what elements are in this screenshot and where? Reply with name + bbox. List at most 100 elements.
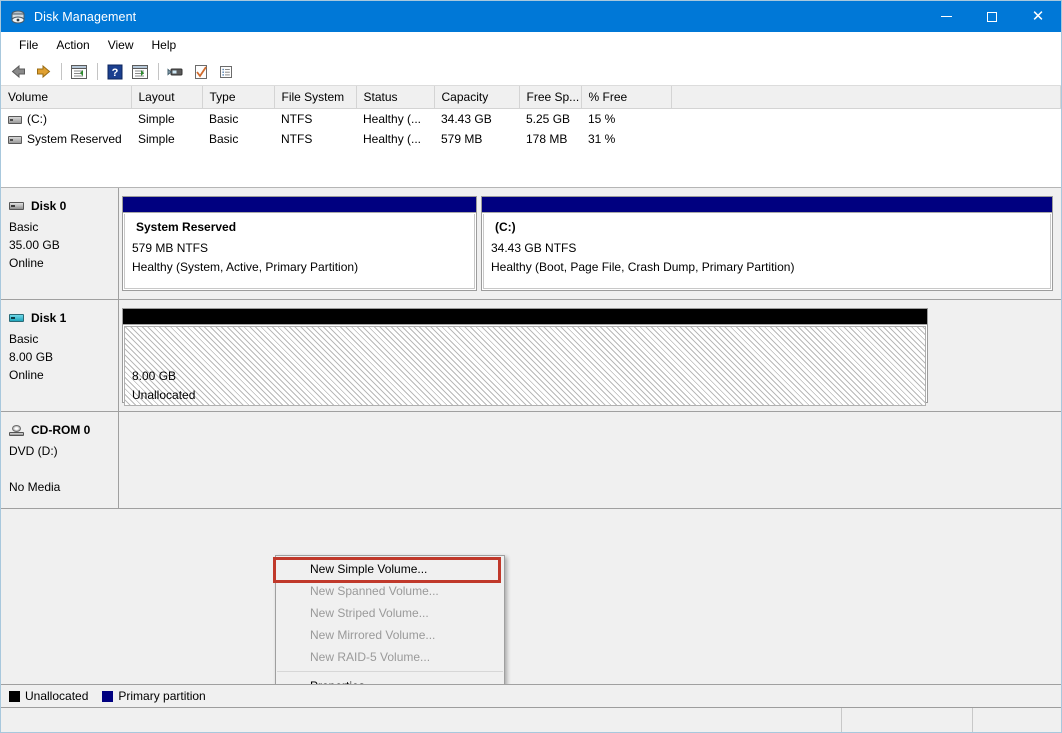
disk-type-disk1: Basic — [9, 332, 39, 346]
menu-view[interactable]: View — [99, 35, 143, 55]
legend-bar: Unallocated Primary partition — [1, 684, 1061, 707]
cd-rom-icon — [9, 424, 24, 436]
toolbar-separator — [61, 63, 62, 80]
disk-type-disk0: Basic — [9, 220, 39, 234]
column-header-free-space[interactable]: Free Sp... — [519, 86, 582, 109]
disk-management-window: Disk Management ✕ File Action View Help — [0, 0, 1062, 733]
disk-label-disk0[interactable]: Disk 0 Basic 35.00 GB Online — [1, 188, 119, 299]
menu-bar: File Action View Help — [1, 32, 1061, 58]
partition-details: System Reserved 579 MB NTFS Healthy (Sys… — [124, 214, 475, 289]
volume-table: Volume Layout Type File System Status Ca… — [1, 86, 1061, 149]
column-header-file-system[interactable]: File System — [274, 86, 357, 109]
partition-details: (C:) 34.43 GB NTFS Healthy (Boot, Page F… — [483, 214, 1051, 289]
forward-icon[interactable] — [31, 60, 55, 83]
column-header-volume[interactable]: Volume — [1, 86, 132, 109]
show-hide-console-tree-icon[interactable] — [67, 60, 91, 83]
menu-action[interactable]: Action — [47, 35, 98, 55]
column-header-layout[interactable]: Layout — [131, 86, 203, 109]
disk-row-cdrom0[interactable]: CD-ROM 0 DVD (D:) No Media — [1, 412, 1061, 509]
close-button[interactable]: ✕ — [1015, 1, 1061, 32]
partition-size-label: 8.00 GB — [132, 369, 177, 383]
toolbar-separator — [158, 63, 159, 80]
drive-icon — [8, 115, 22, 124]
partition-status: Healthy (Boot, Page File, Crash Dump, Pr… — [491, 260, 795, 274]
drive-icon — [8, 135, 22, 144]
maximize-button[interactable] — [969, 1, 1015, 32]
toolbar: ? — [1, 58, 1061, 86]
table-row[interactable]: (C:) Simple Basic NTFS Healthy (... 34.4… — [1, 109, 1061, 130]
cell-volume: System Reserved — [1, 129, 131, 149]
cdrom-body — [119, 412, 1061, 508]
legend-label-unallocated: Unallocated — [25, 689, 89, 703]
disk-state-disk1: Online — [9, 368, 44, 382]
disk-body-disk1: 8.00 GB Unallocated — [119, 300, 1061, 411]
help-icon[interactable]: ? — [103, 60, 127, 83]
show-action-pane-icon[interactable] — [128, 60, 152, 83]
disk-name-text: Disk 1 — [31, 311, 67, 325]
svg-text:?: ? — [112, 67, 119, 79]
partition-status: Healthy (System, Active, Primary Partiti… — [132, 260, 359, 274]
legend-swatch-unallocated — [9, 690, 20, 702]
disk-size-disk1: 8.00 GB — [9, 350, 54, 364]
volume-list-pane[interactable]: Volume Layout Type File System Status Ca… — [1, 86, 1061, 188]
context-menu: New Simple Volume... New Spanned Volume.… — [275, 555, 505, 684]
disk-row-disk0[interactable]: Disk 0 Basic 35.00 GB Online System Rese… — [1, 188, 1061, 300]
disk-row-disk1[interactable]: Disk 1 Basic 8.00 GB Online 8.00 GB Unal… — [1, 300, 1061, 412]
table-row[interactable]: System Reserved Simple Basic NTFS Health… — [1, 129, 1061, 149]
disk-size-disk0: 35.00 GB — [9, 238, 60, 252]
column-header-capacity[interactable]: Capacity — [434, 86, 520, 109]
title-bar: Disk Management ✕ — [1, 1, 1061, 32]
legend-item-unallocated: Unallocated — [9, 689, 88, 703]
cell-status: Healthy (... — [363, 132, 422, 146]
context-menu-item-properties[interactable]: Properties — [276, 675, 504, 684]
rescan-disks-icon[interactable] — [164, 60, 188, 83]
status-cell-3 — [973, 708, 1061, 732]
partition-name: System Reserved — [136, 220, 237, 234]
cell-capacity: 34.43 GB — [441, 112, 492, 126]
context-menu-item-new-mirrored-volume: New Mirrored Volume... — [310, 628, 436, 642]
graphical-disk-pane: Disk 0 Basic 35.00 GB Online System Rese… — [1, 188, 1061, 684]
status-bar — [1, 707, 1061, 732]
cell-file-system: NTFS — [281, 112, 313, 126]
column-header-percent-free[interactable]: % Free — [581, 86, 672, 109]
cdrom-blank-line — [9, 460, 118, 478]
cdrom-drive-letter: DVD (D:) — [9, 444, 58, 458]
legend-swatch-primary-partition — [102, 690, 114, 702]
status-cell-2 — [842, 708, 973, 732]
cell-capacity: 579 MB — [441, 132, 483, 146]
status-cell-1 — [1, 708, 842, 732]
menu-help[interactable]: Help — [143, 35, 186, 55]
disk-label-cdrom0[interactable]: CD-ROM 0 DVD (D:) No Media — [1, 412, 119, 508]
disk-label-disk1[interactable]: Disk 1 Basic 8.00 GB Online — [1, 300, 119, 411]
back-icon[interactable] — [6, 60, 30, 83]
disk-state-disk0: Online — [9, 256, 44, 270]
partition-unallocated[interactable]: 8.00 GB Unallocated — [122, 308, 928, 406]
properties-icon[interactable] — [189, 60, 213, 83]
partition-color-bar — [123, 309, 927, 325]
list-view-icon[interactable] — [214, 60, 238, 83]
cell-free-space: 5.25 GB — [526, 112, 571, 126]
partition-color-bar — [482, 197, 1052, 213]
disk-body-disk0: System Reserved 579 MB NTFS Healthy (Sys… — [119, 188, 1061, 299]
column-header-type[interactable]: Type — [202, 86, 275, 109]
column-header-status[interactable]: Status — [356, 86, 435, 109]
minimize-button[interactable] — [923, 1, 969, 32]
cell-volume-text: System Reserved — [27, 132, 122, 146]
context-menu-separator — [277, 671, 503, 672]
context-menu-item-new-raid5-volume: New RAID-5 Volume... — [310, 650, 431, 664]
partition-color-bar — [123, 197, 476, 213]
column-header-filler[interactable] — [671, 86, 1061, 109]
disk-management-icon — [10, 9, 26, 25]
menu-file[interactable]: File — [10, 35, 47, 55]
partition-size-fs: 579 MB NTFS — [132, 241, 209, 255]
cell-filler — [671, 109, 1061, 130]
disk1-empty-area — [932, 308, 1061, 403]
toolbar-separator — [97, 63, 98, 80]
cell-type: Basic — [209, 112, 239, 126]
cell-layout: Simple — [138, 132, 175, 146]
context-menu-item-new-simple-volume[interactable]: New Simple Volume... — [276, 558, 504, 580]
partition-c-drive[interactable]: (C:) 34.43 GB NTFS Healthy (Boot, Page F… — [481, 196, 1053, 291]
window-controls: ✕ — [923, 1, 1061, 32]
partition-system-reserved[interactable]: System Reserved 579 MB NTFS Healthy (Sys… — [122, 196, 477, 291]
cell-type: Basic — [209, 132, 239, 146]
